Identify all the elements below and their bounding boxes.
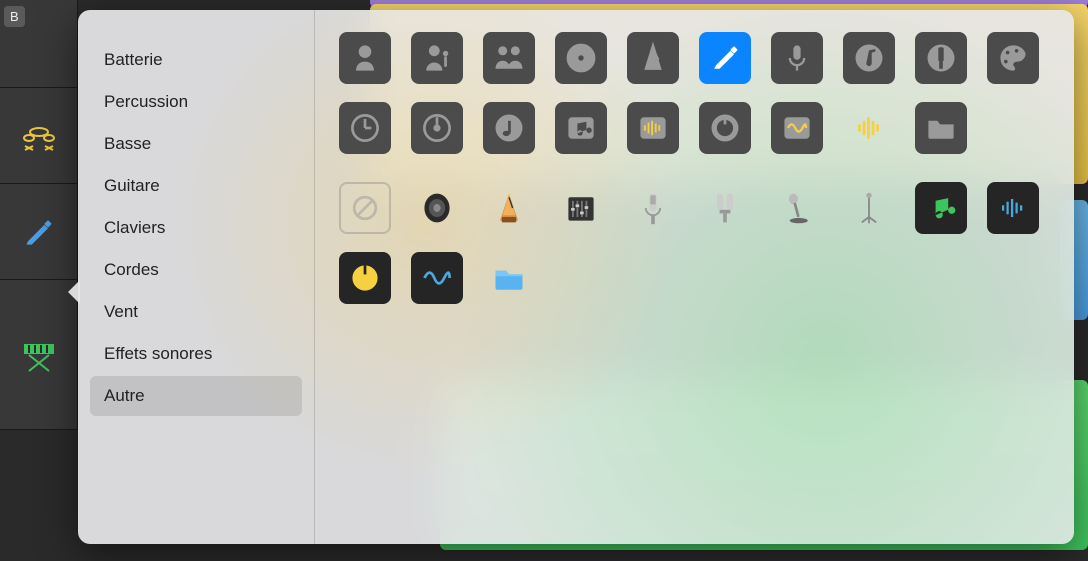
sidebar-item-label: Claviers: [104, 218, 165, 237]
vocalist-icon[interactable]: [339, 32, 391, 84]
sidebar-item-label: Guitare: [104, 176, 160, 195]
condenser-mic-photo-icon[interactable]: [627, 182, 679, 234]
sidebar-item-cordes[interactable]: Cordes: [90, 250, 302, 290]
jack-plug-icon[interactable]: [915, 32, 967, 84]
sidebar-item-effets-sonores[interactable]: Effets sonores: [90, 334, 302, 374]
metronome-icon[interactable]: [627, 32, 679, 84]
sidebar-item-label: Basse: [104, 134, 151, 153]
sidebar-item-label: Vent: [104, 302, 138, 321]
desk-mic-photo-icon[interactable]: [771, 182, 823, 234]
midi-green-icon[interactable]: [915, 182, 967, 234]
sidebar-item-label: Autre: [104, 386, 145, 405]
icon-picker-popover: Batterie Percussion Basse Guitare Clavie…: [78, 10, 1074, 544]
track-header[interactable]: [0, 280, 78, 429]
drum-kit-icon: [19, 116, 59, 156]
sidebar-item-label: Cordes: [104, 260, 159, 279]
sidebar-item-basse[interactable]: Basse: [90, 124, 302, 164]
folder-blue-icon[interactable]: [483, 252, 535, 304]
knob-yellow-icon[interactable]: [339, 252, 391, 304]
mixer-photo-icon[interactable]: [555, 182, 607, 234]
sidebar-item-batterie[interactable]: Batterie: [90, 40, 302, 80]
category-sidebar: Batterie Percussion Basse Guitare Clavie…: [78, 10, 315, 544]
icon-row: [339, 252, 1050, 304]
icon-grid: [315, 10, 1074, 544]
music-square-icon[interactable]: [555, 102, 607, 154]
sidebar-item-vent[interactable]: Vent: [90, 292, 302, 332]
sidebar-item-label: Effets sonores: [104, 344, 212, 363]
track-label: B: [4, 6, 25, 27]
mic-stand-photo-icon[interactable]: [843, 182, 895, 234]
music-note-circle-icon[interactable]: [843, 32, 895, 84]
bars-audio-icon[interactable]: [843, 102, 895, 154]
icon-row: [339, 102, 1050, 154]
sidebar-item-claviers[interactable]: Claviers: [90, 208, 302, 248]
microphone-icon[interactable]: [771, 32, 823, 84]
pencil-icon: [21, 214, 57, 250]
folder-icon[interactable]: [915, 102, 967, 154]
waveform-square-icon[interactable]: [627, 102, 679, 154]
speaker-cone-icon[interactable]: [555, 32, 607, 84]
keyboard-stand-icon: [19, 335, 59, 375]
icon-row: [339, 32, 1050, 84]
dial-icon[interactable]: [411, 102, 463, 154]
waveform-blue-icon[interactable]: [411, 252, 463, 304]
sidebar-item-autre[interactable]: Autre: [90, 376, 302, 416]
pencil-icon[interactable]: [699, 32, 751, 84]
popover-arrow: [68, 280, 80, 304]
track-header[interactable]: [0, 88, 78, 183]
icon-row: [339, 182, 1050, 234]
track-header[interactable]: [0, 184, 78, 279]
sidebar-item-guitare[interactable]: Guitare: [90, 166, 302, 206]
note-circle-icon[interactable]: [483, 102, 535, 154]
stereo-mic-photo-icon[interactable]: [699, 182, 751, 234]
sidebar-item-percussion[interactable]: Percussion: [90, 82, 302, 122]
disabled-icon[interactable]: [339, 182, 391, 234]
audio-square-icon[interactable]: [771, 102, 823, 154]
speaker-photo-icon[interactable]: [411, 182, 463, 234]
knob-icon[interactable]: [699, 102, 751, 154]
vocalist-mic-icon[interactable]: [411, 32, 463, 84]
sidebar-item-label: Percussion: [104, 92, 188, 111]
group-vocals-icon[interactable]: [483, 32, 535, 84]
audio-blue-icon[interactable]: [987, 182, 1039, 234]
metronome-photo-icon[interactable]: [483, 182, 535, 234]
clock-icon[interactable]: [339, 102, 391, 154]
palette-icon[interactable]: [987, 32, 1039, 84]
sidebar-item-label: Batterie: [104, 50, 163, 69]
